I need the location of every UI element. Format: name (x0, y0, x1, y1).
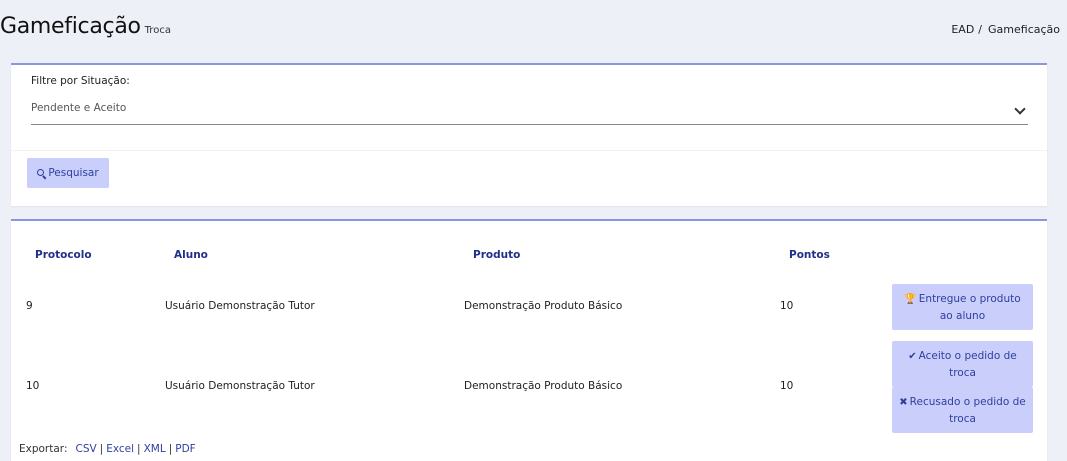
cell-aluno: Usuário Demonstração Tutor (165, 300, 315, 312)
breadcrumb-separator: / (978, 23, 983, 36)
deliver-product-label: Entregue o produto ao aluno (918, 292, 1021, 322)
breadcrumb: EAD / Gameficação (951, 23, 1060, 36)
breadcrumb-item-current: Gameficação (988, 23, 1060, 36)
breadcrumb-item-ead[interactable]: EAD (951, 23, 974, 36)
reject-request-button[interactable]: ✖ Recusado o pedido de troca (892, 387, 1033, 433)
deliver-product-button[interactable]: 🏆 Entregue o produto ao aluno (892, 284, 1033, 330)
chevron-down-icon (1014, 103, 1026, 115)
export-csv-link[interactable]: CSV (75, 443, 96, 455)
export-excel-link[interactable]: Excel (106, 443, 134, 455)
export-separator: | (99, 443, 104, 455)
accept-request-label: Aceito o pedido de troca (918, 349, 1017, 379)
column-header-protocolo: Protocolo (35, 249, 92, 261)
cell-pontos: 10 (780, 380, 794, 392)
cell-protocolo: 9 (26, 300, 33, 312)
reject-request-label: Recusado o pedido de troca (909, 395, 1026, 425)
filter-card: Filtre por Situação: Pendente e Aceito P… (11, 63, 1047, 206)
export-xml-link[interactable]: XML (144, 443, 166, 455)
search-button-label: Pesquisar (48, 167, 99, 179)
search-button[interactable]: Pesquisar (27, 158, 109, 188)
situacao-select-value: Pendente e Aceito (31, 102, 127, 114)
results-table: Protocolo Aluno Produto Pontos 9 Usuário… (11, 219, 1047, 461)
cell-protocolo: 10 (26, 380, 40, 392)
check-icon: ✔ (908, 350, 917, 362)
column-header-produto: Produto (473, 249, 521, 261)
page-subtitle: Troca (144, 25, 171, 36)
filter-label: Filtre por Situação: (31, 75, 130, 87)
page-title-text: Gameficação (0, 14, 141, 39)
export-bar: Exportar: CSV | Excel | XML | PDF (19, 443, 196, 455)
export-label: Exportar: (19, 443, 68, 455)
cell-produto: Demonstração Produto Básico (464, 380, 623, 392)
cell-pontos: 10 (780, 300, 794, 312)
cell-aluno: Usuário Demonstração Tutor (165, 380, 315, 392)
export-separator: | (168, 443, 173, 455)
page-title: Gameficação Troca (0, 14, 171, 39)
times-icon: ✖ (899, 396, 908, 408)
situacao-select[interactable]: Pendente e Aceito (31, 98, 1028, 125)
column-header-pontos: Pontos (789, 249, 830, 261)
accept-request-button[interactable]: ✔ Aceito o pedido de troca (892, 341, 1033, 387)
export-pdf-link[interactable]: PDF (175, 443, 195, 455)
export-separator: | (137, 443, 141, 455)
column-header-aluno: Aluno (174, 249, 208, 261)
search-icon (37, 169, 45, 177)
divider (11, 150, 1047, 151)
trophy-icon: 🏆 (904, 293, 917, 305)
cell-produto: Demonstração Produto Básico (464, 300, 623, 312)
